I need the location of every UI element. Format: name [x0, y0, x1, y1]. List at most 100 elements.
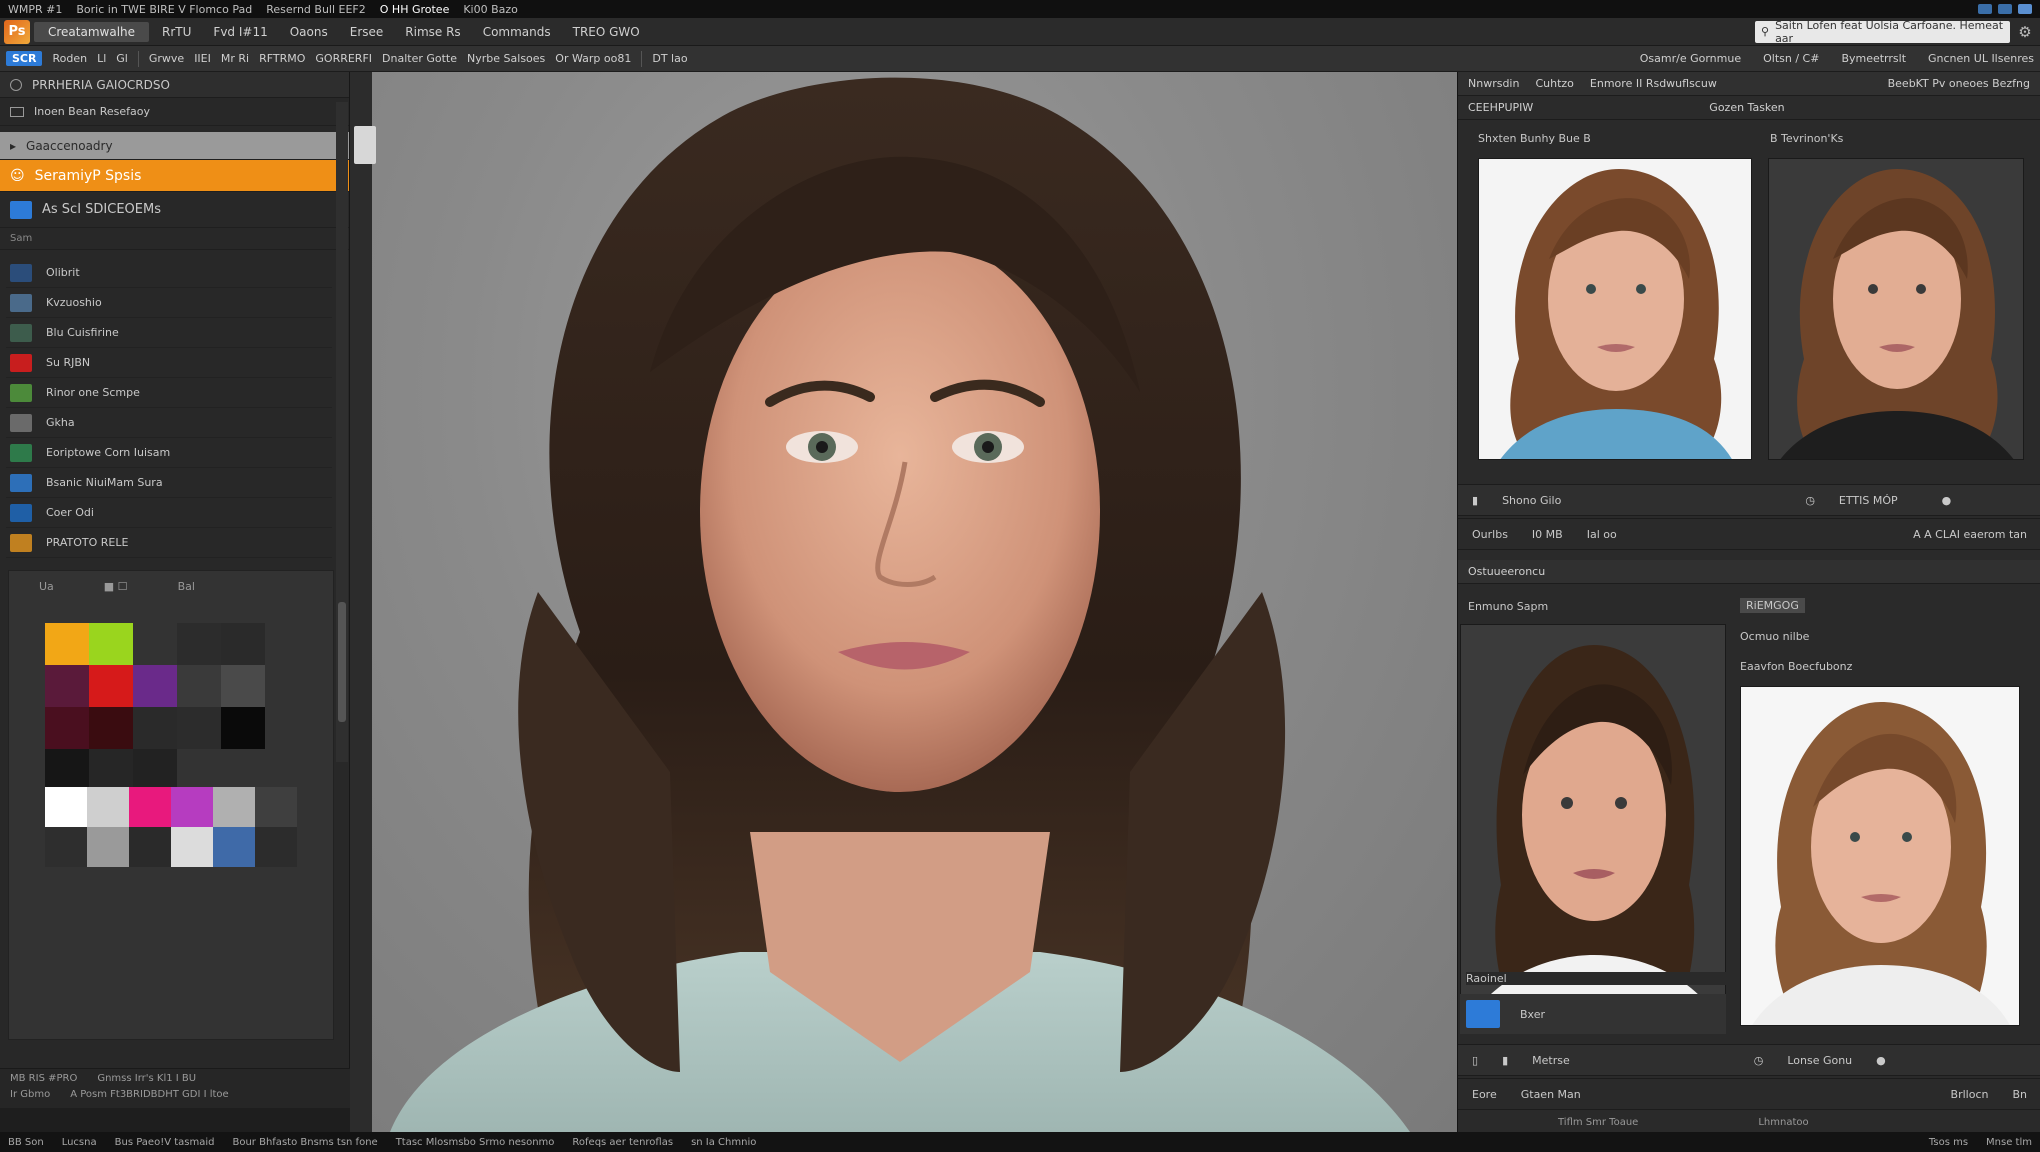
color-swatch[interactable]	[45, 665, 89, 707]
opt-item-1[interactable]: Roden	[52, 52, 87, 65]
rp-subtab-1[interactable]: CEEHPUPIW	[1468, 101, 1533, 114]
color-swatch[interactable]	[45, 707, 89, 749]
color-swatch[interactable]	[89, 749, 133, 791]
close-button[interactable]	[2018, 4, 2032, 14]
rp-tab-2[interactable]: Cuhtzo	[1535, 77, 1573, 90]
color-swatch[interactable]	[133, 665, 177, 707]
opt-item-10[interactable]: Nyrbe Salsoes	[467, 52, 545, 65]
rp-tab-1[interactable]: Nnwrsdin	[1468, 77, 1519, 90]
color-swatch[interactable]	[255, 787, 297, 827]
scrollbar-thumb[interactable]	[338, 602, 346, 722]
ctrl-label[interactable]: Bn	[2012, 1088, 2027, 1101]
opt-item-4[interactable]: Grwve	[149, 52, 184, 65]
color-swatch[interactable]	[171, 827, 213, 867]
menu-item-3[interactable]: Oaons	[281, 22, 337, 42]
menu-item-6[interactable]: Commands	[474, 22, 560, 42]
color-swatch[interactable]	[221, 665, 265, 707]
color-swatch[interactable]	[45, 749, 89, 791]
gear-icon[interactable]: ⚙	[2014, 21, 2036, 43]
rp-tab-3[interactable]: Enmore II Rsdwuflscuw	[1590, 77, 1717, 90]
group-row[interactable]: ▸ Gaaccenoadry	[0, 132, 349, 160]
color-swatch[interactable]	[177, 623, 221, 665]
opt-item-6[interactable]: Mr Ri	[221, 52, 249, 65]
thumbnail-4[interactable]	[1740, 686, 2020, 1026]
color-swatch[interactable]	[129, 827, 171, 867]
layer-item[interactable]: Coer Odi	[6, 498, 332, 528]
layer-row[interactable]: As ScI SDICEOEMs	[0, 192, 349, 228]
layer-item[interactable]: Olibrit	[6, 258, 332, 288]
opt-right-2[interactable]: Oltsn / C#	[1763, 52, 1819, 65]
trash-icon[interactable]: ▮	[1502, 1054, 1508, 1067]
color-swatch[interactable]	[45, 787, 87, 827]
tool-mode-badge[interactable]: SCR	[6, 51, 43, 66]
opt-right-4[interactable]: Gncnen UL Ilsenres	[1928, 52, 2034, 65]
panel-row[interactable]: Inoen Bean Resefaoy	[0, 98, 349, 126]
menu-item-4[interactable]: Ersee	[341, 22, 393, 42]
layer-item[interactable]: Gkha	[6, 408, 332, 438]
layer-item[interactable]: PRATOTO RELE	[6, 528, 332, 558]
color-swatch[interactable]	[213, 787, 255, 827]
scrollbar[interactable]	[336, 102, 348, 762]
color-swatch[interactable]	[45, 827, 87, 867]
color-swatch[interactable]	[87, 827, 129, 867]
swatch-header-2[interactable]: ■ ☐	[104, 580, 128, 593]
brush-icon[interactable]: ▮	[1472, 494, 1478, 507]
ctrl-label[interactable]: A A CLAI eaerom tan	[1913, 528, 2027, 541]
color-swatch[interactable]	[177, 707, 221, 749]
opt-item-3[interactable]: Gl	[116, 52, 128, 65]
ctrl-label[interactable]: Brllocn	[1951, 1088, 1989, 1101]
color-swatch[interactable]	[133, 707, 177, 749]
clock-icon[interactable]: ◷	[1754, 1054, 1764, 1067]
pin-icon[interactable]: ●	[1876, 1054, 1886, 1067]
opt-right-3[interactable]: Bymeetrrslt	[1841, 52, 1906, 65]
menu-item-7[interactable]: TREO GWO	[564, 22, 649, 42]
thumbnail-2[interactable]	[1768, 158, 2024, 460]
color-swatch[interactable]	[45, 623, 89, 665]
swatch-header-3[interactable]: Bal	[178, 580, 195, 593]
opt-item-7[interactable]: RFTRMO	[259, 52, 305, 65]
ctrl-label[interactable]: ETTIS MÓP	[1839, 494, 1898, 507]
color-swatch[interactable]	[171, 787, 213, 827]
menu-item-1[interactable]: RrTU	[153, 22, 200, 42]
color-swatch[interactable]	[89, 665, 133, 707]
color-swatch[interactable]	[221, 623, 265, 665]
ctrl-label[interactable]: Ial oo	[1587, 528, 1617, 541]
opt-item-9[interactable]: Dnalter Gotte	[382, 52, 457, 65]
ctrl-label[interactable]: Lonse Gonu	[1787, 1054, 1852, 1067]
rp-tab-4[interactable]: BeebKT Pv oneoes Bezfng	[1888, 77, 2030, 90]
ctrl-label[interactable]: I0 MB	[1532, 528, 1563, 541]
color-swatch[interactable]	[87, 787, 129, 827]
menu-item-2[interactable]: Fvd I#11	[204, 22, 276, 42]
selected-layer[interactable]: ☺ SeramiyP Spsis	[0, 160, 349, 192]
maximize-button[interactable]	[1998, 4, 2012, 14]
color-swatch[interactable]	[129, 787, 171, 827]
opt-item-11[interactable]: Or Warp oo81	[555, 52, 631, 65]
opt-mid[interactable]: DT lao	[652, 52, 687, 65]
pin-icon[interactable]: ●	[1942, 494, 1952, 507]
clock-icon[interactable]: ◷	[1805, 494, 1815, 507]
color-swatch[interactable]	[213, 827, 255, 867]
thumbnail-1[interactable]	[1478, 158, 1752, 460]
color-swatch[interactable]	[133, 749, 177, 791]
opt-item-5[interactable]: IIEI	[194, 52, 211, 65]
layer-item[interactable]: Kvzuoshio	[6, 288, 332, 318]
color-swatch[interactable]	[89, 623, 133, 665]
menu-item-5[interactable]: Rimse Rs	[396, 22, 469, 42]
app-logo-icon[interactable]: Ps	[4, 19, 30, 44]
document-canvas[interactable]	[350, 72, 1457, 1132]
list-row[interactable]: Bxer	[1460, 994, 1726, 1034]
thumbnail-3[interactable]	[1460, 624, 1726, 1032]
layer-item[interactable]: Rinor one Scmpe	[6, 378, 332, 408]
ctrl-label[interactable]: Shono Gilo	[1502, 494, 1561, 507]
sub-badge[interactable]: RiEMGOG	[1740, 598, 1805, 613]
ctrl-label[interactable]: Metrse	[1532, 1054, 1570, 1067]
tab-document[interactable]: Creatamwalhe	[34, 21, 150, 42]
mini-toolbox[interactable]	[354, 126, 376, 164]
color-swatch[interactable]	[89, 707, 133, 749]
color-swatch[interactable]	[133, 623, 177, 665]
opt-item-2[interactable]: Ll	[97, 52, 106, 65]
ctrl-label[interactable]: Gtaen Man	[1521, 1088, 1581, 1101]
minimize-button[interactable]	[1978, 4, 1992, 14]
opt-item-8[interactable]: GORRERFI	[315, 52, 372, 65]
ctrl-label[interactable]: Eore	[1472, 1088, 1497, 1101]
